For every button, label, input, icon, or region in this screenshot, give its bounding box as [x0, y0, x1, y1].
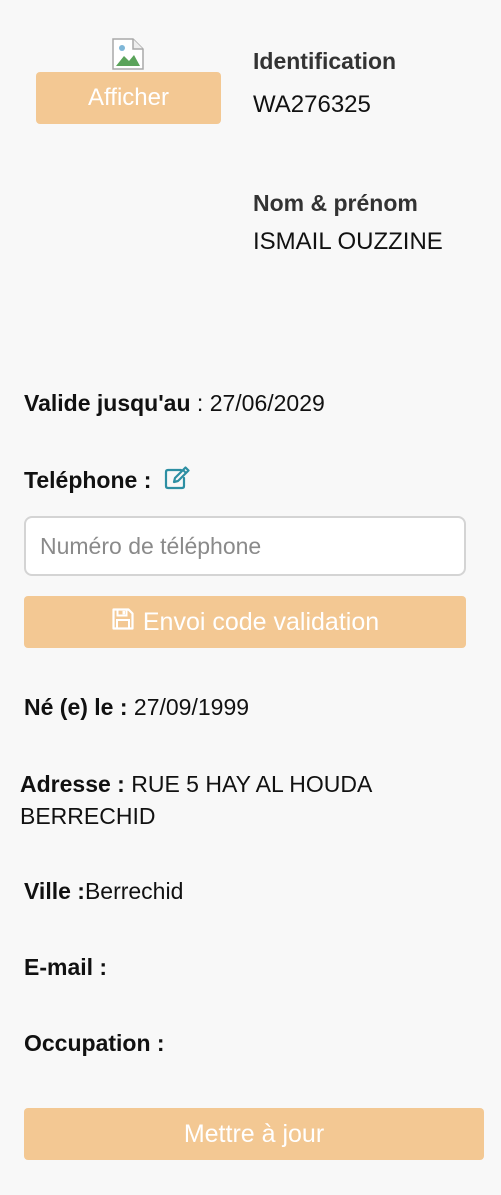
name-label: Nom & prénom — [253, 190, 418, 216]
edit-icon[interactable] — [164, 466, 190, 496]
save-icon — [111, 607, 135, 638]
city-value: Berrechid — [84, 878, 184, 904]
validity-label: Valide jusqu'au — [24, 390, 191, 416]
send-validation-code-label: Envoi code validation — [142, 607, 380, 636]
send-validation-code-button[interactable]: Envoi code validation — [24, 596, 466, 648]
name-value: ISMAIL OUZZINE — [253, 228, 443, 255]
city-row: Ville :Berrechid — [24, 878, 183, 905]
phone-label: Teléphone : — [24, 467, 152, 493]
occupation-row: Occupation : — [24, 1030, 165, 1057]
validity-separator: : — [190, 390, 210, 416]
identification-value: WA276325 — [253, 91, 371, 118]
birth-value: 27/09/1999 — [127, 694, 250, 720]
phone-number-input[interactable] — [24, 516, 466, 576]
identification-label: Identification — [253, 48, 397, 74]
address-row: Adresse : RUE 5 HAY AL HOUDA BERRECHID — [20, 768, 480, 832]
validity-value: 27/06/2029 — [209, 390, 325, 416]
email-row: E-mail : — [24, 954, 107, 981]
address-label: Adresse : — [20, 771, 125, 797]
email-label: E-mail : — [24, 954, 108, 980]
birth-label: Né (e) le : — [24, 694, 128, 720]
profile-photo-broken-image-icon — [112, 38, 144, 70]
validity-row: Valide jusqu'au : 27/06/2029 — [24, 390, 325, 417]
city-label: Ville : — [24, 878, 85, 904]
update-button[interactable]: Mettre à jour — [24, 1108, 484, 1160]
birth-row: Né (e) le : 27/09/1999 — [24, 694, 249, 721]
phone-row: Teléphone : — [24, 466, 190, 496]
occupation-label: Occupation : — [24, 1030, 165, 1056]
afficher-button[interactable]: Afficher — [36, 72, 221, 124]
